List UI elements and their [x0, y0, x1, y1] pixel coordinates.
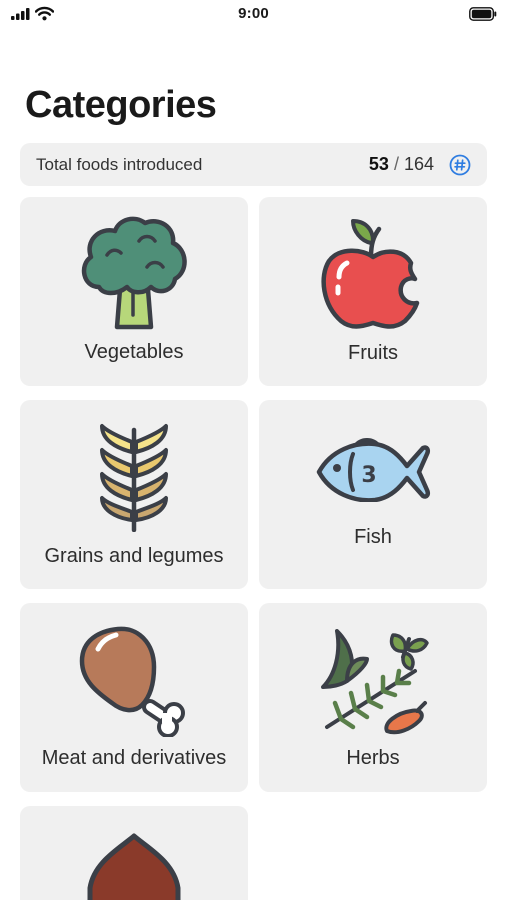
hashtag-circle-icon[interactable] — [449, 154, 471, 176]
category-label: Vegetables — [84, 341, 184, 363]
category-card-meat-and-derivatives[interactable]: Meat and derivatives — [20, 603, 248, 792]
category-card-fruits[interactable]: Fruits — [259, 197, 487, 386]
summary-count: 53/164 — [369, 154, 434, 175]
category-label: Fish — [354, 526, 392, 548]
category-card-fish[interactable]: 3 Fish — [259, 400, 487, 589]
category-label: Grains and legumes — [44, 545, 224, 567]
wheat-icon — [100, 424, 168, 532]
broccoli-icon — [81, 216, 187, 330]
fish-icon: 3 — [316, 438, 431, 502]
chestnut-icon — [87, 833, 181, 900]
summary-label: Total foods introduced — [36, 155, 203, 174]
total-count: 164 — [403, 154, 434, 174]
chicken-leg-icon — [79, 626, 185, 737]
page-title: Categories — [25, 84, 217, 126]
category-card-nuts[interactable] — [20, 806, 248, 900]
category-card-vegetables[interactable]: Vegetables — [20, 197, 248, 386]
category-card-herbs[interactable]: Herbs — [259, 603, 487, 792]
category-label: Meat and derivatives — [41, 747, 227, 769]
apple-icon — [321, 219, 420, 329]
introduced-count: 53 — [368, 154, 389, 174]
count-separator: / — [393, 154, 399, 174]
herbs-icon — [321, 629, 429, 735]
category-label: Herbs — [346, 747, 400, 769]
svg-text:3: 3 — [361, 463, 376, 488]
status-bar: 9:00 — [0, 0, 507, 28]
battery-icon — [469, 7, 497, 21]
status-time: 9:00 — [238, 5, 269, 22]
total-foods-summary: Total foods introduced 53/164 — [20, 143, 487, 186]
category-card-grains-and-legumes[interactable]: Grains and legumes — [20, 400, 248, 589]
category-label: Fruits — [348, 342, 398, 364]
